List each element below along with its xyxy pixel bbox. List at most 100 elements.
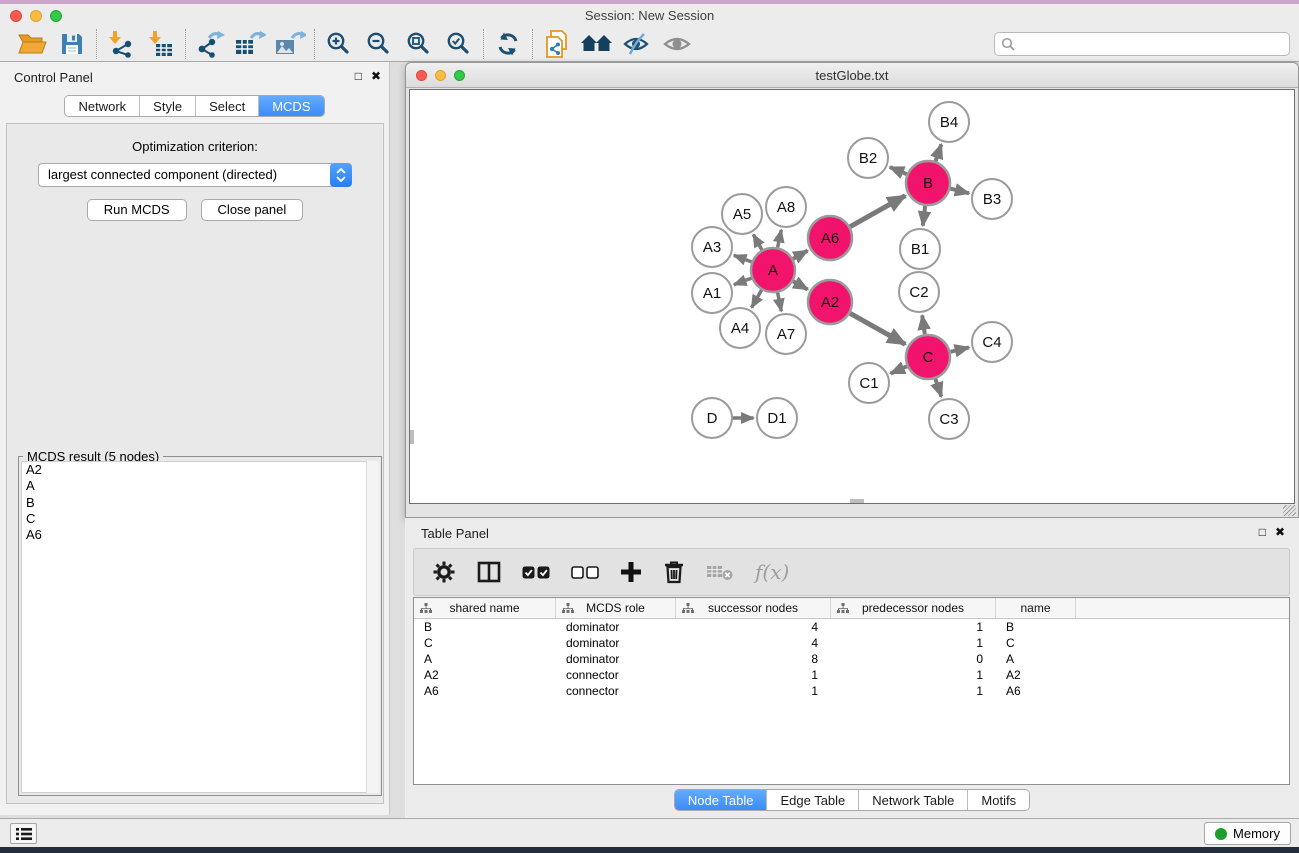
table-cell[interactable]: C bbox=[414, 635, 556, 651]
graph-node-D[interactable]: D bbox=[692, 398, 732, 438]
table-cell[interactable]: dominator bbox=[556, 619, 676, 635]
add-column-plus-icon[interactable] bbox=[620, 556, 642, 588]
new-network-from-selection-icon[interactable] bbox=[537, 28, 577, 60]
column-header-predecessor-nodes[interactable]: predecessor nodes bbox=[831, 598, 996, 618]
table-row[interactable]: A6connector11A6 bbox=[414, 683, 1289, 699]
result-scrollbar[interactable] bbox=[366, 461, 379, 793]
graph-node-A[interactable]: A bbox=[751, 248, 795, 292]
zoom-in-icon[interactable] bbox=[319, 28, 359, 60]
result-item[interactable]: C bbox=[22, 511, 378, 527]
graph-node-A3[interactable]: A3 bbox=[692, 227, 732, 267]
graph-node-A4[interactable]: A4 bbox=[720, 308, 760, 348]
table-cell[interactable]: 1 bbox=[831, 667, 996, 683]
table-cell[interactable]: A6 bbox=[414, 683, 556, 699]
graph-node-B3[interactable]: B3 bbox=[972, 179, 1012, 219]
table-cell[interactable]: 8 bbox=[676, 651, 831, 667]
close-panel-icon[interactable]: ✖ bbox=[371, 69, 381, 83]
table-cell[interactable]: connector bbox=[556, 667, 676, 683]
graph-node-A1[interactable]: A1 bbox=[692, 273, 732, 313]
graph-node-A8[interactable]: A8 bbox=[766, 187, 806, 227]
table-cell[interactable]: 4 bbox=[676, 635, 831, 651]
table-row[interactable]: Adominator80A bbox=[414, 651, 1289, 667]
delete-table-icon[interactable] bbox=[706, 556, 734, 588]
tab-select[interactable]: Select bbox=[195, 96, 258, 116]
table-cell[interactable]: B bbox=[996, 619, 1076, 635]
task-history-button[interactable] bbox=[10, 823, 37, 844]
edge-B-B4[interactable] bbox=[936, 144, 942, 161]
function-builder-icon[interactable]: f(x) bbox=[755, 556, 789, 588]
table-cell[interactable]: A2 bbox=[996, 667, 1076, 683]
graph-node-C4[interactable]: C4 bbox=[972, 322, 1012, 362]
graph-node-A7[interactable]: A7 bbox=[766, 314, 806, 354]
network-window-titlebar[interactable]: testGlobe.txt bbox=[406, 63, 1298, 88]
result-item[interactable]: A6 bbox=[22, 527, 378, 543]
edge-C-C2[interactable] bbox=[922, 315, 925, 334]
edge-B-B3[interactable] bbox=[950, 189, 969, 194]
table-cell[interactable]: dominator bbox=[556, 635, 676, 651]
edge-A-A7[interactable] bbox=[778, 293, 782, 312]
column-header-successor-nodes[interactable]: successor nodes bbox=[676, 598, 831, 618]
graph-node-A2[interactable]: A2 bbox=[808, 280, 852, 324]
table-cell[interactable]: 1 bbox=[831, 635, 996, 651]
network-graph[interactable]: B4B2BB3A5A8A6B1A3AA1C2A2A4A7C4CC1C3DD1 bbox=[410, 90, 1295, 504]
close-panel-button[interactable]: Close panel bbox=[201, 199, 304, 221]
table-cell[interactable]: 4 bbox=[676, 619, 831, 635]
tab-node-table[interactable]: Node Table bbox=[675, 790, 767, 810]
window-resize-grip[interactable] bbox=[1283, 505, 1296, 516]
edge-B-B1[interactable] bbox=[923, 206, 925, 226]
tab-edge-table[interactable]: Edge Table bbox=[766, 790, 858, 810]
table-row[interactable]: Bdominator41B bbox=[414, 619, 1289, 635]
mcds-result-list[interactable]: A2ABCA6 bbox=[21, 461, 379, 793]
edge-A-A8[interactable] bbox=[778, 230, 782, 248]
hide-selection-eye-icon[interactable] bbox=[617, 28, 657, 60]
graph-node-A6[interactable]: A6 bbox=[808, 216, 852, 260]
edge-A-A5[interactable] bbox=[753, 235, 762, 250]
graph-node-C2[interactable]: C2 bbox=[899, 272, 939, 312]
table-cell[interactable]: A2 bbox=[414, 667, 556, 683]
delete-columns-trash-icon[interactable] bbox=[663, 556, 685, 588]
refresh-view-icon[interactable] bbox=[488, 28, 528, 60]
select-all-columns-icon[interactable] bbox=[522, 556, 550, 588]
tab-network-table[interactable]: Network Table bbox=[858, 790, 967, 810]
zoom-fit-icon[interactable] bbox=[399, 28, 439, 60]
open-session-icon[interactable] bbox=[12, 28, 52, 60]
search-field[interactable] bbox=[994, 32, 1290, 56]
zoom-selected-icon[interactable] bbox=[439, 28, 479, 60]
column-header-MCDS-role[interactable]: MCDS role bbox=[556, 598, 676, 618]
export-image-icon[interactable] bbox=[270, 28, 310, 60]
edge-A6-B[interactable] bbox=[850, 196, 905, 227]
table-row[interactable]: A2connector11A2 bbox=[414, 667, 1289, 683]
zoom-out-icon[interactable] bbox=[359, 28, 399, 60]
float-panel-icon[interactable]: □ bbox=[355, 69, 362, 83]
dropdown-stepper-icon[interactable] bbox=[330, 163, 352, 187]
edge-C-C1[interactable] bbox=[891, 366, 907, 373]
graph-node-D1[interactable]: D1 bbox=[757, 398, 797, 438]
edge-B-B2[interactable] bbox=[890, 167, 907, 174]
result-item[interactable]: A2 bbox=[22, 462, 378, 478]
table-settings-gear-icon[interactable] bbox=[432, 556, 456, 588]
table-row[interactable]: Cdominator41C bbox=[414, 635, 1289, 651]
table-cell[interactable]: 1 bbox=[676, 667, 831, 683]
edge-A2-C[interactable] bbox=[850, 313, 905, 344]
canvas-left-scroll-nub[interactable] bbox=[410, 430, 414, 444]
graph-node-A5[interactable]: A5 bbox=[722, 194, 762, 234]
edge-C-C4[interactable] bbox=[950, 347, 969, 351]
graph-node-B1[interactable]: B1 bbox=[900, 229, 940, 269]
deselect-all-columns-icon[interactable] bbox=[571, 556, 599, 588]
graph-node-C1[interactable]: C1 bbox=[849, 363, 889, 403]
graph-node-B4[interactable]: B4 bbox=[929, 102, 969, 142]
graph-node-B2[interactable]: B2 bbox=[848, 138, 888, 178]
first-neighbors-icon[interactable] bbox=[577, 28, 617, 60]
save-session-icon[interactable] bbox=[52, 28, 92, 60]
table-cell[interactable]: dominator bbox=[556, 651, 676, 667]
run-mcds-button[interactable]: Run MCDS bbox=[87, 199, 187, 221]
search-input[interactable] bbox=[1016, 34, 1289, 54]
column-header-name[interactable]: name bbox=[996, 598, 1076, 618]
float-table-panel-icon[interactable]: □ bbox=[1259, 525, 1266, 539]
graph-node-C[interactable]: C bbox=[906, 335, 950, 379]
table-cell[interactable]: 1 bbox=[676, 683, 831, 699]
graph-node-B[interactable]: B bbox=[906, 161, 950, 205]
canvas-bottom-scroll-nub[interactable] bbox=[850, 499, 864, 503]
close-table-panel-icon[interactable]: ✖ bbox=[1275, 525, 1285, 539]
import-network-icon[interactable] bbox=[101, 28, 141, 60]
